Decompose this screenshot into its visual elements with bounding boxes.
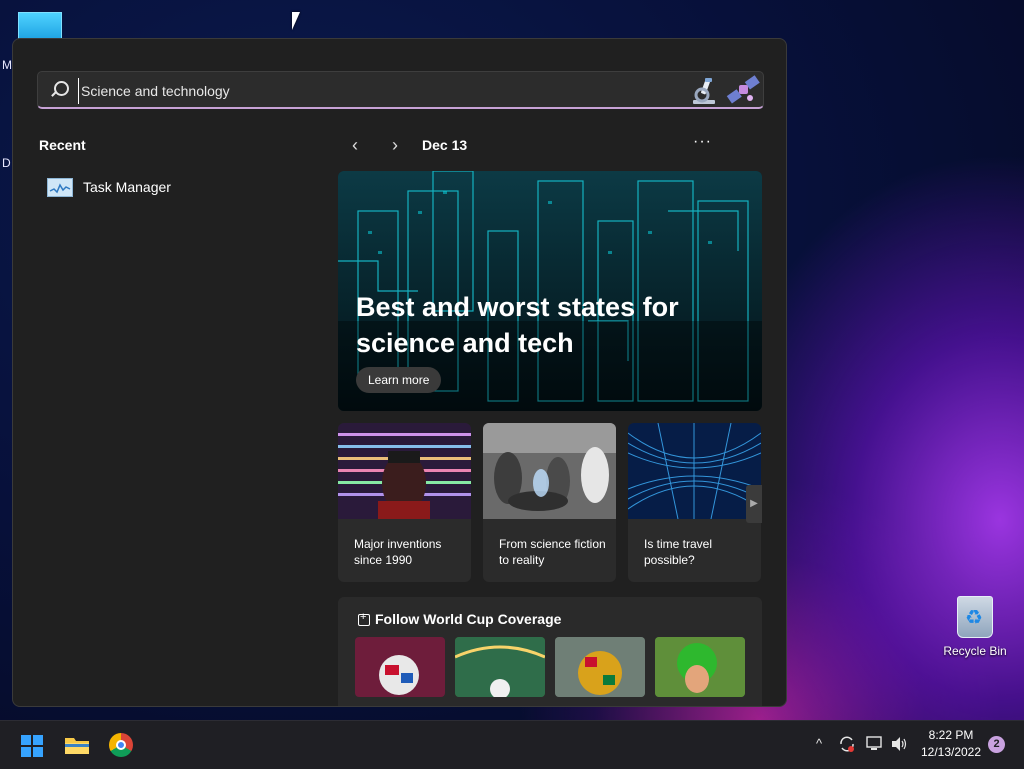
recent-item-label: Task Manager [83,179,171,195]
sync-icon[interactable] [838,735,856,753]
story-card-title: Is time travel possible? [644,537,713,567]
satellite-icon [726,75,760,104]
microscope-icon [693,78,715,104]
network-icon[interactable] [866,736,884,752]
widgets-panel: Recent Task Manager ‹ › Dec 13 ··· [12,38,787,707]
chrome-icon[interactable] [109,733,133,757]
clock-time: 8:22 PM [928,728,974,742]
world-cup-title: Follow World Cup Coverage [375,611,562,627]
notification-badge[interactable]: 2 [988,736,1005,753]
world-cup-card[interactable]: Follow World Cup Coverage [338,597,762,706]
recycle-bin-icon [957,596,993,638]
science-fiction-image [483,423,616,519]
story-card-title: From science fiction to reality [499,537,606,567]
search-box[interactable] [37,71,764,109]
volume-icon[interactable] [890,736,908,752]
hero-card[interactable]: Best and worst states for science and te… [338,171,762,411]
recycle-bin-desktop-icon[interactable]: Recycle Bin [940,596,1010,658]
more-options-button[interactable]: ··· [693,133,712,151]
taskbar: ^ 8:22 PM 12/13/2022 2 [0,720,1024,769]
clock-date: 12/13/2022 [920,745,982,759]
search-icon [54,81,69,96]
show-hidden-icons-chevron-icon[interactable]: ^ [816,736,822,751]
file-explorer-icon[interactable] [64,735,90,755]
learn-more-button[interactable]: Learn more [356,367,442,393]
scroll-right-arrow-icon[interactable]: ▶ [746,485,762,523]
hero-title: Best and worst states for science and te… [356,292,679,358]
clock[interactable]: 8:22 PM 12/13/2022 [916,727,986,761]
world-cup-thumb-4[interactable] [655,637,745,697]
next-day-button[interactable]: › [385,135,405,155]
start-button[interactable] [21,735,43,757]
time-travel-image [628,423,761,519]
desktop-icon-label-d[interactable]: D [2,156,11,170]
inventions-image [338,423,471,519]
story-card-science-fiction[interactable]: From science fiction to reality [483,423,616,582]
previous-day-button[interactable]: ‹ [345,135,365,155]
follow-icon [358,611,370,626]
world-cup-thumb-2[interactable] [455,637,545,697]
mouse-cursor-icon [292,12,300,30]
story-card-inventions[interactable]: Major inventions since 1990 [338,423,471,582]
feed-date: Dec 13 [422,137,468,153]
recycle-bin-label: Recycle Bin [943,644,1007,658]
recent-item-task-manager[interactable]: Task Manager [47,175,171,199]
desktop-icon-label-m[interactable]: M [2,58,12,72]
task-manager-icon [47,177,73,197]
world-cup-thumb-1[interactable] [355,637,445,697]
search-input[interactable] [78,78,643,104]
story-card-time-travel[interactable]: Is time travel possible? [628,423,761,582]
world-cup-thumb-3[interactable] [555,637,645,697]
story-card-title: Major inventions since 1990 [354,537,442,567]
recent-heading: Recent [39,137,86,153]
